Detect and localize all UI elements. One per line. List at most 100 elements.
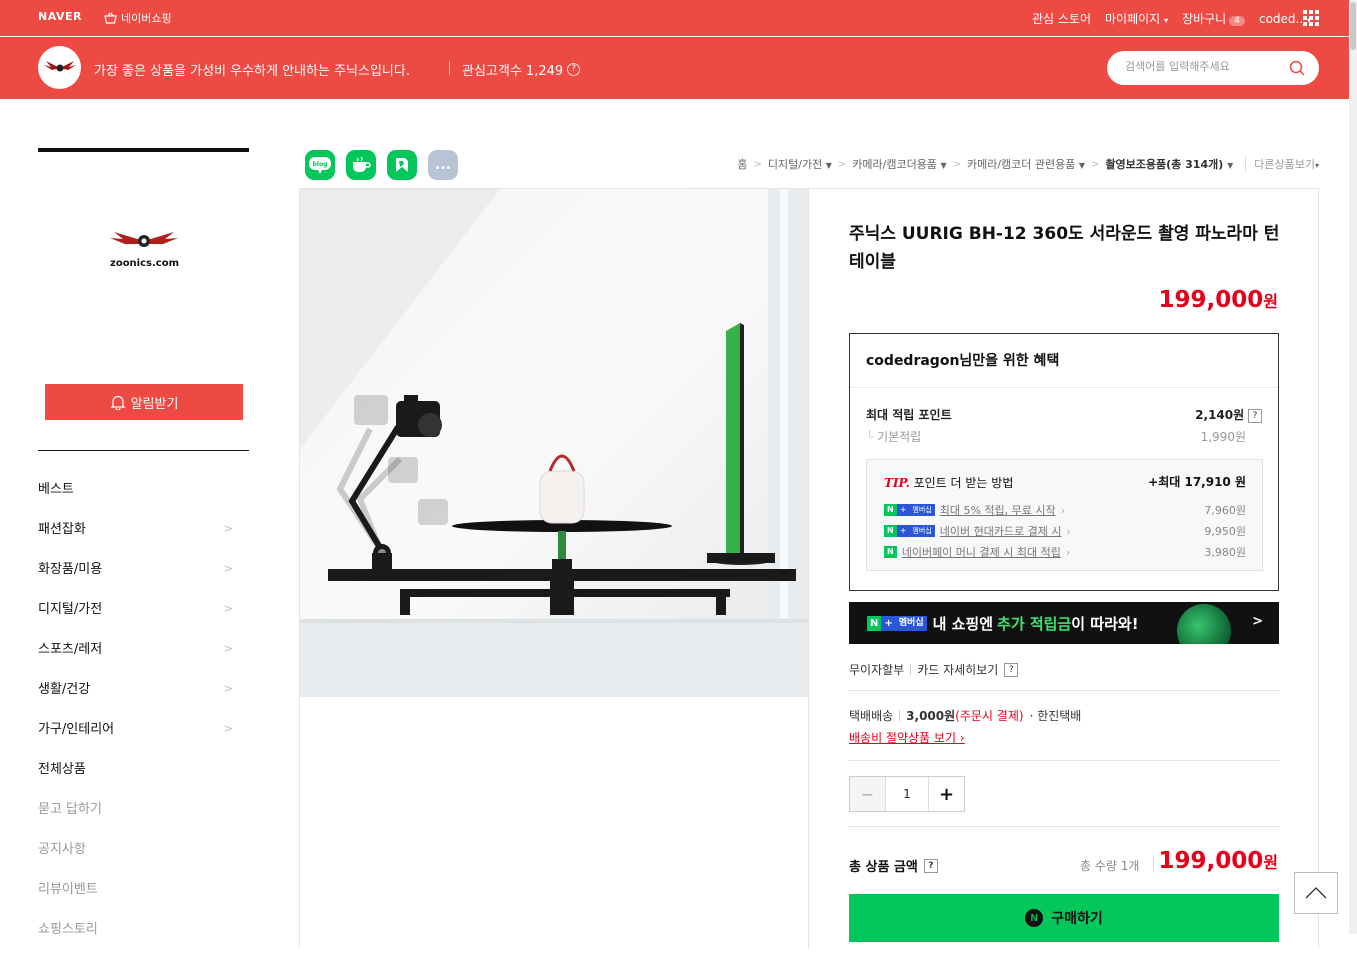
tip-row[interactable]: N + 멤버십 최대 5% 적립, 무료 시작 › 7,960원 <box>884 502 1246 518</box>
chevron-right-icon: › <box>1060 503 1066 517</box>
mypage-menu[interactable]: 마이페이지 ▾ <box>1105 10 1168 27</box>
tip-row[interactable]: N + 멤버십 네이버 현대카드로 결제 시 › 9,950원 <box>884 523 1246 539</box>
help-icon[interactable]: ? <box>1004 662 1019 677</box>
help-icon[interactable]: ? <box>923 858 938 873</box>
quantity-stepper: − 1 + <box>849 776 965 812</box>
category-item[interactable]: 화장품/미용 > <box>38 558 249 598</box>
tip-box: TIP. 포인트 더 받는 방법 +최대 17,910 원 N + 멤버십 최대 5… <box>866 459 1263 571</box>
category-item[interactable]: 공지사항 <box>38 838 249 878</box>
store-header: 가장 좋은 상품을 가성비 우수하게 안내하는 주닉스입니다. 관심고객수 1,… <box>0 37 1357 99</box>
sidebar-logo[interactable]: zoonics.com <box>110 230 179 269</box>
breadcrumb-level2[interactable]: 카메라/캠코더용품 ▼ <box>852 156 946 172</box>
store-logo[interactable] <box>38 46 81 89</box>
naver-logo[interactable]: NAVER <box>38 10 82 23</box>
quantity-value[interactable]: 1 <box>886 777 928 811</box>
chevron-right-icon: > <box>1091 158 1100 170</box>
tip-link[interactable]: 네이버 현대카드로 결제 시 <box>940 523 1062 539</box>
shipping-info: 택배배송 3,000원 (주문시 결제) · 한진택배 <box>849 707 1081 724</box>
caret-down-icon: ▼ <box>940 161 947 170</box>
scrollbar[interactable] <box>1349 0 1357 934</box>
breadcrumb-level1[interactable]: 디지털/가전 ▼ <box>768 156 832 172</box>
user-name: coded.. <box>1258 11 1304 26</box>
npay-badge-icon: N <box>884 546 897 558</box>
divider <box>1153 855 1154 873</box>
band-share-button[interactable] <box>387 150 417 180</box>
alarm-button[interactable]: 알림받기 <box>45 384 243 420</box>
category-item[interactable]: 스포츠/레저 > <box>38 638 249 678</box>
breadcrumb-label: 카메라/캠코더 관련용품 <box>966 158 1076 171</box>
minus-icon: − <box>860 784 875 804</box>
max-point-label: 최대 적립 포인트 <box>866 408 952 422</box>
scroll-to-top-button[interactable] <box>1294 872 1338 914</box>
grid-icon[interactable] <box>1303 10 1319 26</box>
banner-text-post: 이 따라와! <box>1071 614 1139 633</box>
badge-n: N <box>884 504 897 516</box>
cart-label: 장바구니 <box>1182 12 1227 26</box>
membership-badge-icon: N + 멤버십 <box>884 504 935 516</box>
bell-plus-icon <box>110 395 126 410</box>
more-icon: ... <box>435 157 451 173</box>
category-label: 쇼핑스토리 <box>38 922 98 937</box>
tip-label: TIP. <box>884 476 910 490</box>
category-item[interactable]: 리뷰이벤트 <box>38 878 249 918</box>
breadcrumb-current[interactable]: 촬영보조용품(총 314개) ▼ <box>1105 156 1233 172</box>
shipping-saving-label: 배송비 절약상품 보기 <box>849 731 956 745</box>
tip-link[interactable]: 네이버페이 머니 결제 시 최대 적립 <box>902 544 1061 560</box>
increase-button[interactable]: + <box>928 777 964 811</box>
divider <box>38 148 249 152</box>
total-label-wrap: 총 상품 금액 ? <box>849 856 938 875</box>
decrease-button[interactable]: − <box>850 777 886 811</box>
band-icon <box>396 158 408 172</box>
naver-shopping-link[interactable]: 네이버쇼핑 <box>104 10 172 26</box>
plus-icon: + <box>938 783 955 805</box>
badge-n: N <box>884 546 897 558</box>
search-icon[interactable] <box>1289 60 1305 76</box>
chevron-right-icon: > <box>753 158 762 170</box>
other-products-link[interactable]: 다른상품보기▾ <box>1245 156 1319 172</box>
category-item[interactable]: 가구/인테리어 > <box>38 718 249 758</box>
chevron-right-icon: > <box>223 682 233 695</box>
shipping-saving-link[interactable]: 배송비 절약상품 보기 › <box>849 729 965 746</box>
caret-down-icon: ▾ <box>1314 161 1319 170</box>
category-item[interactable]: 쇼핑스토리 <box>38 918 249 958</box>
tip-value: 9,950원 <box>1204 525 1246 538</box>
price-currency: 원 <box>1263 292 1278 311</box>
tip-link[interactable]: 최대 5% 적립, 무료 시작 <box>940 502 1056 518</box>
help-icon[interactable]: ? <box>567 63 581 76</box>
chevron-right-icon: > <box>1252 614 1263 629</box>
category-item[interactable]: 생활/건강 > <box>38 678 249 718</box>
product-image[interactable] <box>300 189 808 697</box>
category-label: 생활/건강 <box>38 682 91 697</box>
divider <box>38 450 249 451</box>
help-icon[interactable]: ? <box>1248 408 1262 423</box>
category-item[interactable]: 디지털/가전 > <box>38 598 249 638</box>
payment-info: 무이자할부 카드 자세히보기 ? <box>849 661 1019 678</box>
blog-share-button[interactable]: blog <box>305 150 335 180</box>
buy-button[interactable]: N 구매하기 <box>849 894 1279 942</box>
chevron-right-icon: › <box>959 731 965 745</box>
cafe-share-button[interactable] <box>346 150 376 180</box>
category-item[interactable]: 패션잡화 > <box>38 518 249 558</box>
top-user-menu: 관심 스토어 마이페이지 ▾ 장바구니 4 coded.. ▾ <box>1032 10 1311 27</box>
interest-store-link[interactable]: 관심 스토어 <box>1032 10 1091 27</box>
tip-row[interactable]: N 네이버페이 머니 결제 시 최대 적립 › 3,980원 <box>884 544 1246 560</box>
search-input[interactable] <box>1125 60 1275 73</box>
badge-plus: + <box>896 504 910 516</box>
category-item[interactable]: 묻고 답하기 <box>38 798 249 838</box>
chevron-right-icon: > <box>223 522 233 535</box>
caret-down-icon: ▼ <box>1227 161 1234 170</box>
share-buttons: blog ... <box>305 150 458 180</box>
category-item[interactable]: 베스트 <box>38 478 249 518</box>
category-item[interactable]: 전체상품 <box>38 758 249 798</box>
membership-banner[interactable]: N + 멤버십 내 쇼핑엔 추가 적립금이 따라와! > <box>849 602 1279 644</box>
category-label: 패션잡화 <box>38 522 86 537</box>
breadcrumb-level3[interactable]: 카메라/캠코더 관련용품 ▼ <box>967 156 1085 172</box>
breadcrumb-home[interactable]: 홈 <box>737 156 747 172</box>
card-detail-link[interactable]: 카드 자세히보기 <box>917 661 998 678</box>
installment-link[interactable]: 무이자할부 <box>849 661 904 678</box>
cart-link[interactable]: 장바구니 4 <box>1182 10 1245 27</box>
more-share-button[interactable]: ... <box>428 150 458 180</box>
scrollbar-thumb[interactable] <box>1350 2 1356 50</box>
category-label: 리뷰이벤트 <box>38 882 98 897</box>
buy-label: 구매하기 <box>1051 910 1103 926</box>
